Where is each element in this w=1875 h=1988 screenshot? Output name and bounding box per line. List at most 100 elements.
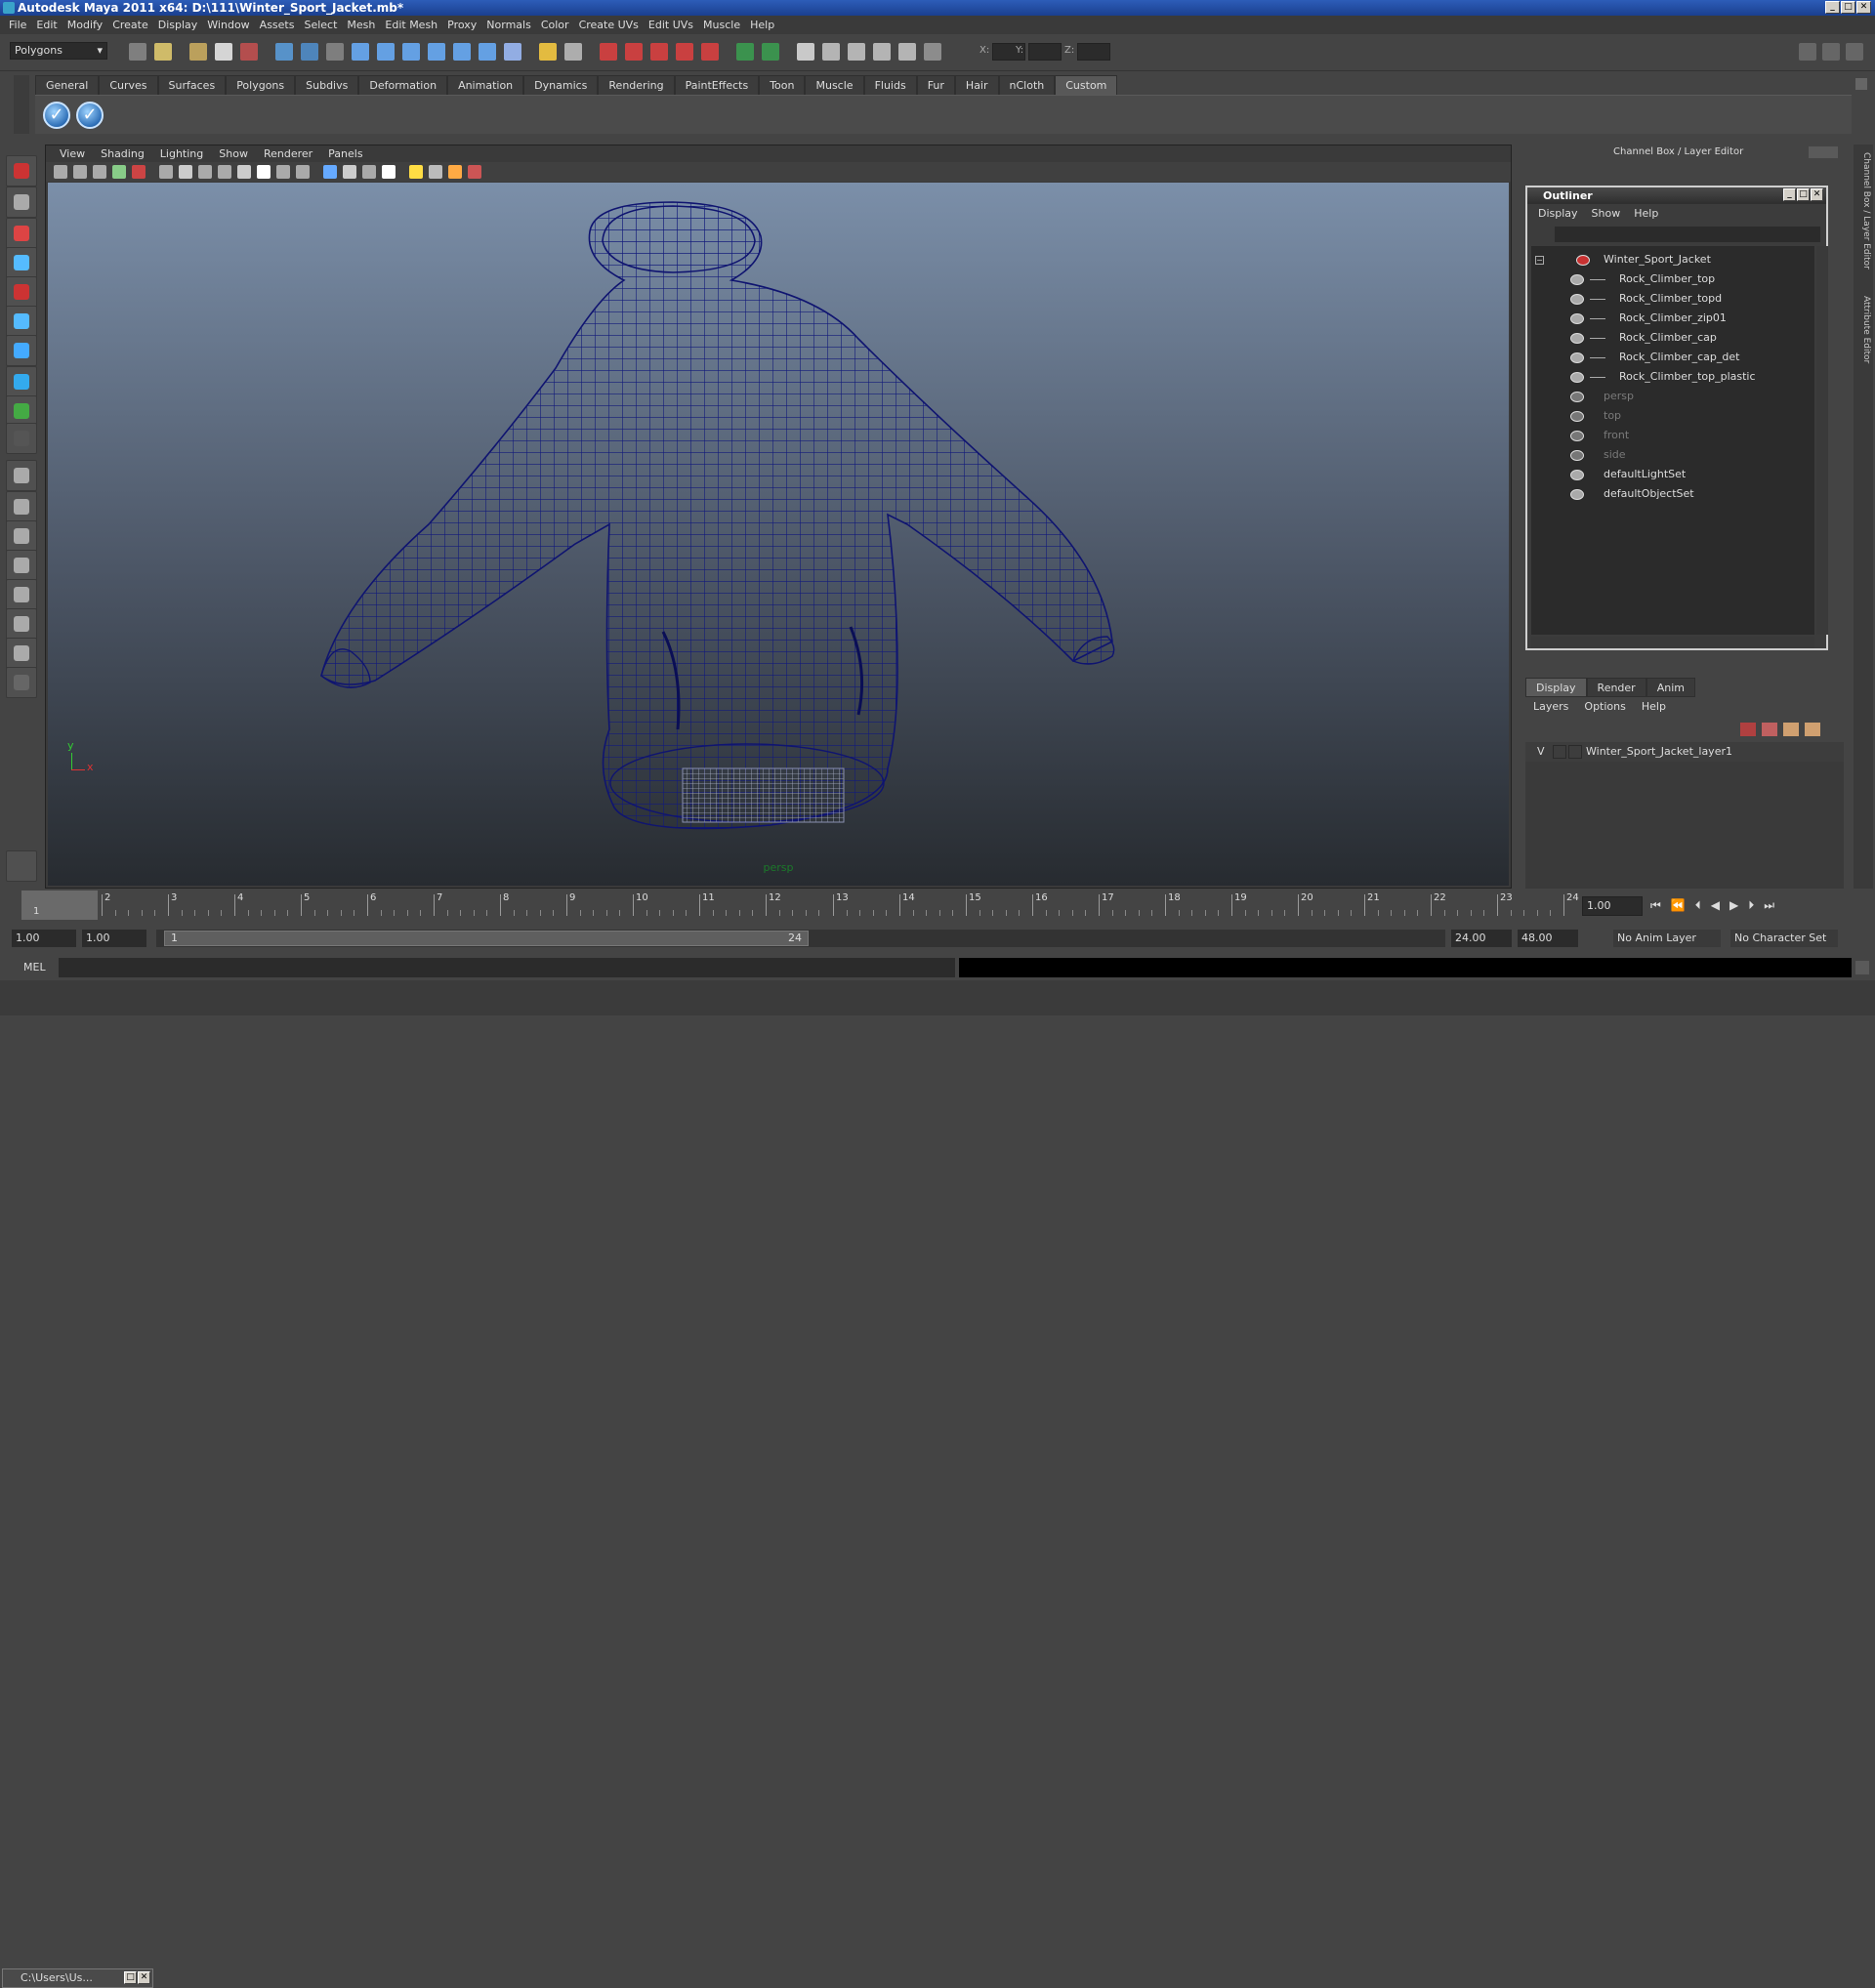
- wire-icon[interactable]: [848, 43, 865, 61]
- viewport-panel[interactable]: View Shading Lighting Show Renderer Panels: [45, 145, 1512, 889]
- shelf-options-handle[interactable]: [14, 75, 29, 134]
- play-backward-icon[interactable]: ◀: [1711, 898, 1720, 916]
- close-button[interactable]: ✕: [1856, 1, 1871, 14]
- check-icon[interactable]: ✓: [76, 102, 104, 129]
- layer-menu-help[interactable]: Help: [1634, 697, 1674, 717]
- shelf-tab-subdivs[interactable]: Subdivs: [295, 75, 359, 95]
- layer-menu-layers[interactable]: Layers: [1525, 697, 1576, 717]
- menu-set-options-icon[interactable]: [129, 43, 146, 61]
- menu-help[interactable]: Help: [745, 16, 779, 34]
- shelf-tab-curves[interactable]: Curves: [99, 75, 158, 95]
- safe-title-icon[interactable]: [276, 165, 290, 179]
- film-gate-icon[interactable]: [179, 165, 192, 179]
- resolution-gate-icon[interactable]: [198, 165, 212, 179]
- display-icon[interactable]: [822, 43, 840, 61]
- viewport-menu-shading[interactable]: Shading: [93, 145, 152, 162]
- new-layer-icon[interactable]: [1740, 723, 1756, 736]
- script-layout-icon[interactable]: [6, 608, 37, 640]
- outliner-menu-show[interactable]: Show: [1585, 205, 1628, 223]
- move-tool-icon[interactable]: [6, 247, 37, 278]
- minimize-button[interactable]: _: [1783, 188, 1796, 201]
- minimize-button[interactable]: _: [1825, 1, 1840, 14]
- animation-end-field[interactable]: 48.00: [1518, 930, 1578, 947]
- step-back-frame-icon[interactable]: ⏴: [1695, 898, 1701, 916]
- restore-button[interactable]: □: [124, 1971, 137, 1984]
- outliner-horizontal-scrollbar[interactable]: [1531, 637, 1814, 648]
- outliner-layout-icon[interactable]: [6, 520, 37, 552]
- grid-icon[interactable]: [159, 165, 173, 179]
- xray-icon[interactable]: [429, 165, 442, 179]
- smooth-shade-icon[interactable]: [323, 165, 337, 179]
- render-icon[interactable]: [600, 43, 617, 61]
- panel-float-icon[interactable]: [1809, 146, 1838, 158]
- render-view-icon[interactable]: [701, 43, 719, 61]
- graph-layout-icon[interactable]: [6, 550, 37, 581]
- menu-select[interactable]: Select: [299, 16, 342, 34]
- backface-icon[interactable]: [448, 165, 462, 179]
- outliner-filter-input[interactable]: [1555, 227, 1820, 242]
- lock-icon[interactable]: [539, 43, 557, 61]
- character-set-dropdown[interactable]: No Character Set: [1730, 930, 1838, 947]
- last-tool-icon[interactable]: [6, 423, 37, 454]
- menu-normals[interactable]: Normals: [481, 16, 536, 34]
- select-object-icon[interactable]: [275, 43, 293, 61]
- scale-tool-icon[interactable]: [6, 306, 37, 337]
- outliner-item[interactable]: side: [1531, 445, 1814, 465]
- menu-modify[interactable]: Modify: [62, 16, 107, 34]
- two-d-pan-icon[interactable]: [132, 165, 146, 179]
- shelf-tab-painteffects[interactable]: PaintEffects: [674, 75, 760, 95]
- shelf-tab-rendering[interactable]: Rendering: [598, 75, 675, 95]
- history-icon[interactable]: [504, 43, 521, 61]
- move-layer-down-icon[interactable]: [1805, 723, 1820, 736]
- menu-set-selector[interactable]: Polygons ▾: [10, 42, 107, 60]
- ipr-render-icon[interactable]: [625, 43, 643, 61]
- mode-icon[interactable]: [924, 43, 941, 61]
- time-slider[interactable]: 123456789101112131415161718192021222324 …: [12, 890, 1579, 922]
- layer-tab-render[interactable]: Render: [1586, 678, 1646, 697]
- make-live-icon[interactable]: [479, 43, 496, 61]
- outliner-item[interactable]: Rock_Climber_top_plastic: [1531, 367, 1814, 387]
- step-forward-frame-icon[interactable]: ⏵: [1748, 898, 1754, 916]
- textured-icon[interactable]: [343, 165, 356, 179]
- menu-assets[interactable]: Assets: [255, 16, 300, 34]
- render-settings-icon[interactable]: [650, 43, 668, 61]
- shelf-tab-hair[interactable]: Hair: [954, 75, 999, 95]
- select-hierarchy-icon[interactable]: [240, 43, 258, 61]
- close-button[interactable]: ✕: [138, 1971, 150, 1984]
- sculpt-icon[interactable]: [736, 43, 754, 61]
- shelf-tab-custom[interactable]: Custom: [1055, 75, 1118, 95]
- outliner-menu-help[interactable]: Help: [1627, 205, 1665, 223]
- command-input[interactable]: [59, 958, 955, 977]
- check-icon[interactable]: ✓: [43, 102, 70, 129]
- menu-edit[interactable]: Edit: [31, 16, 62, 34]
- menu-create-uvs[interactable]: Create UVs: [574, 16, 644, 34]
- current-frame-field[interactable]: 1.00: [1582, 896, 1643, 916]
- layer-row[interactable]: V Winter_Sport_Jacket_layer1: [1525, 742, 1844, 762]
- menu-edit-mesh[interactable]: Edit Mesh: [380, 16, 442, 34]
- open-scene-icon[interactable]: [189, 43, 207, 61]
- snap-view-icon[interactable]: [453, 43, 471, 61]
- side-tab-channel-box[interactable]: Channel Box / Layer Editor: [1855, 152, 1871, 289]
- script-editor-icon[interactable]: [1855, 961, 1869, 974]
- animation-start-field[interactable]: 1.00: [12, 930, 76, 947]
- outliner-item[interactable]: Rock_Climber_zip01: [1531, 309, 1814, 328]
- step-back-key-icon[interactable]: ⏪: [1671, 898, 1686, 916]
- maximize-button[interactable]: □: [1841, 1, 1855, 14]
- selection-mask-icon[interactable]: [326, 43, 344, 61]
- menu-display[interactable]: Display: [153, 16, 203, 34]
- use-lights-icon[interactable]: [362, 165, 376, 179]
- outliner-item[interactable]: Rock_Climber_topd: [1531, 289, 1814, 309]
- paint-select-tool-icon[interactable]: [6, 218, 37, 249]
- viewport-menu-panels[interactable]: Panels: [320, 145, 370, 162]
- lasso-tool-icon[interactable]: [6, 186, 37, 218]
- shelf-tab-polygons[interactable]: Polygons: [226, 75, 296, 95]
- mel-label[interactable]: MEL: [23, 961, 46, 973]
- move-layer-up-icon[interactable]: [1783, 723, 1799, 736]
- outliner-item[interactable]: defaultLightSet: [1531, 465, 1814, 484]
- shelf-tab-muscle[interactable]: Muscle: [805, 75, 864, 95]
- side-tab-attribute-editor[interactable]: Attribute Editor: [1855, 296, 1871, 384]
- shade-icon[interactable]: [873, 43, 891, 61]
- outliner-item[interactable]: persp: [1531, 387, 1814, 406]
- select-component-icon[interactable]: [301, 43, 318, 61]
- menu-color[interactable]: Color: [536, 16, 574, 34]
